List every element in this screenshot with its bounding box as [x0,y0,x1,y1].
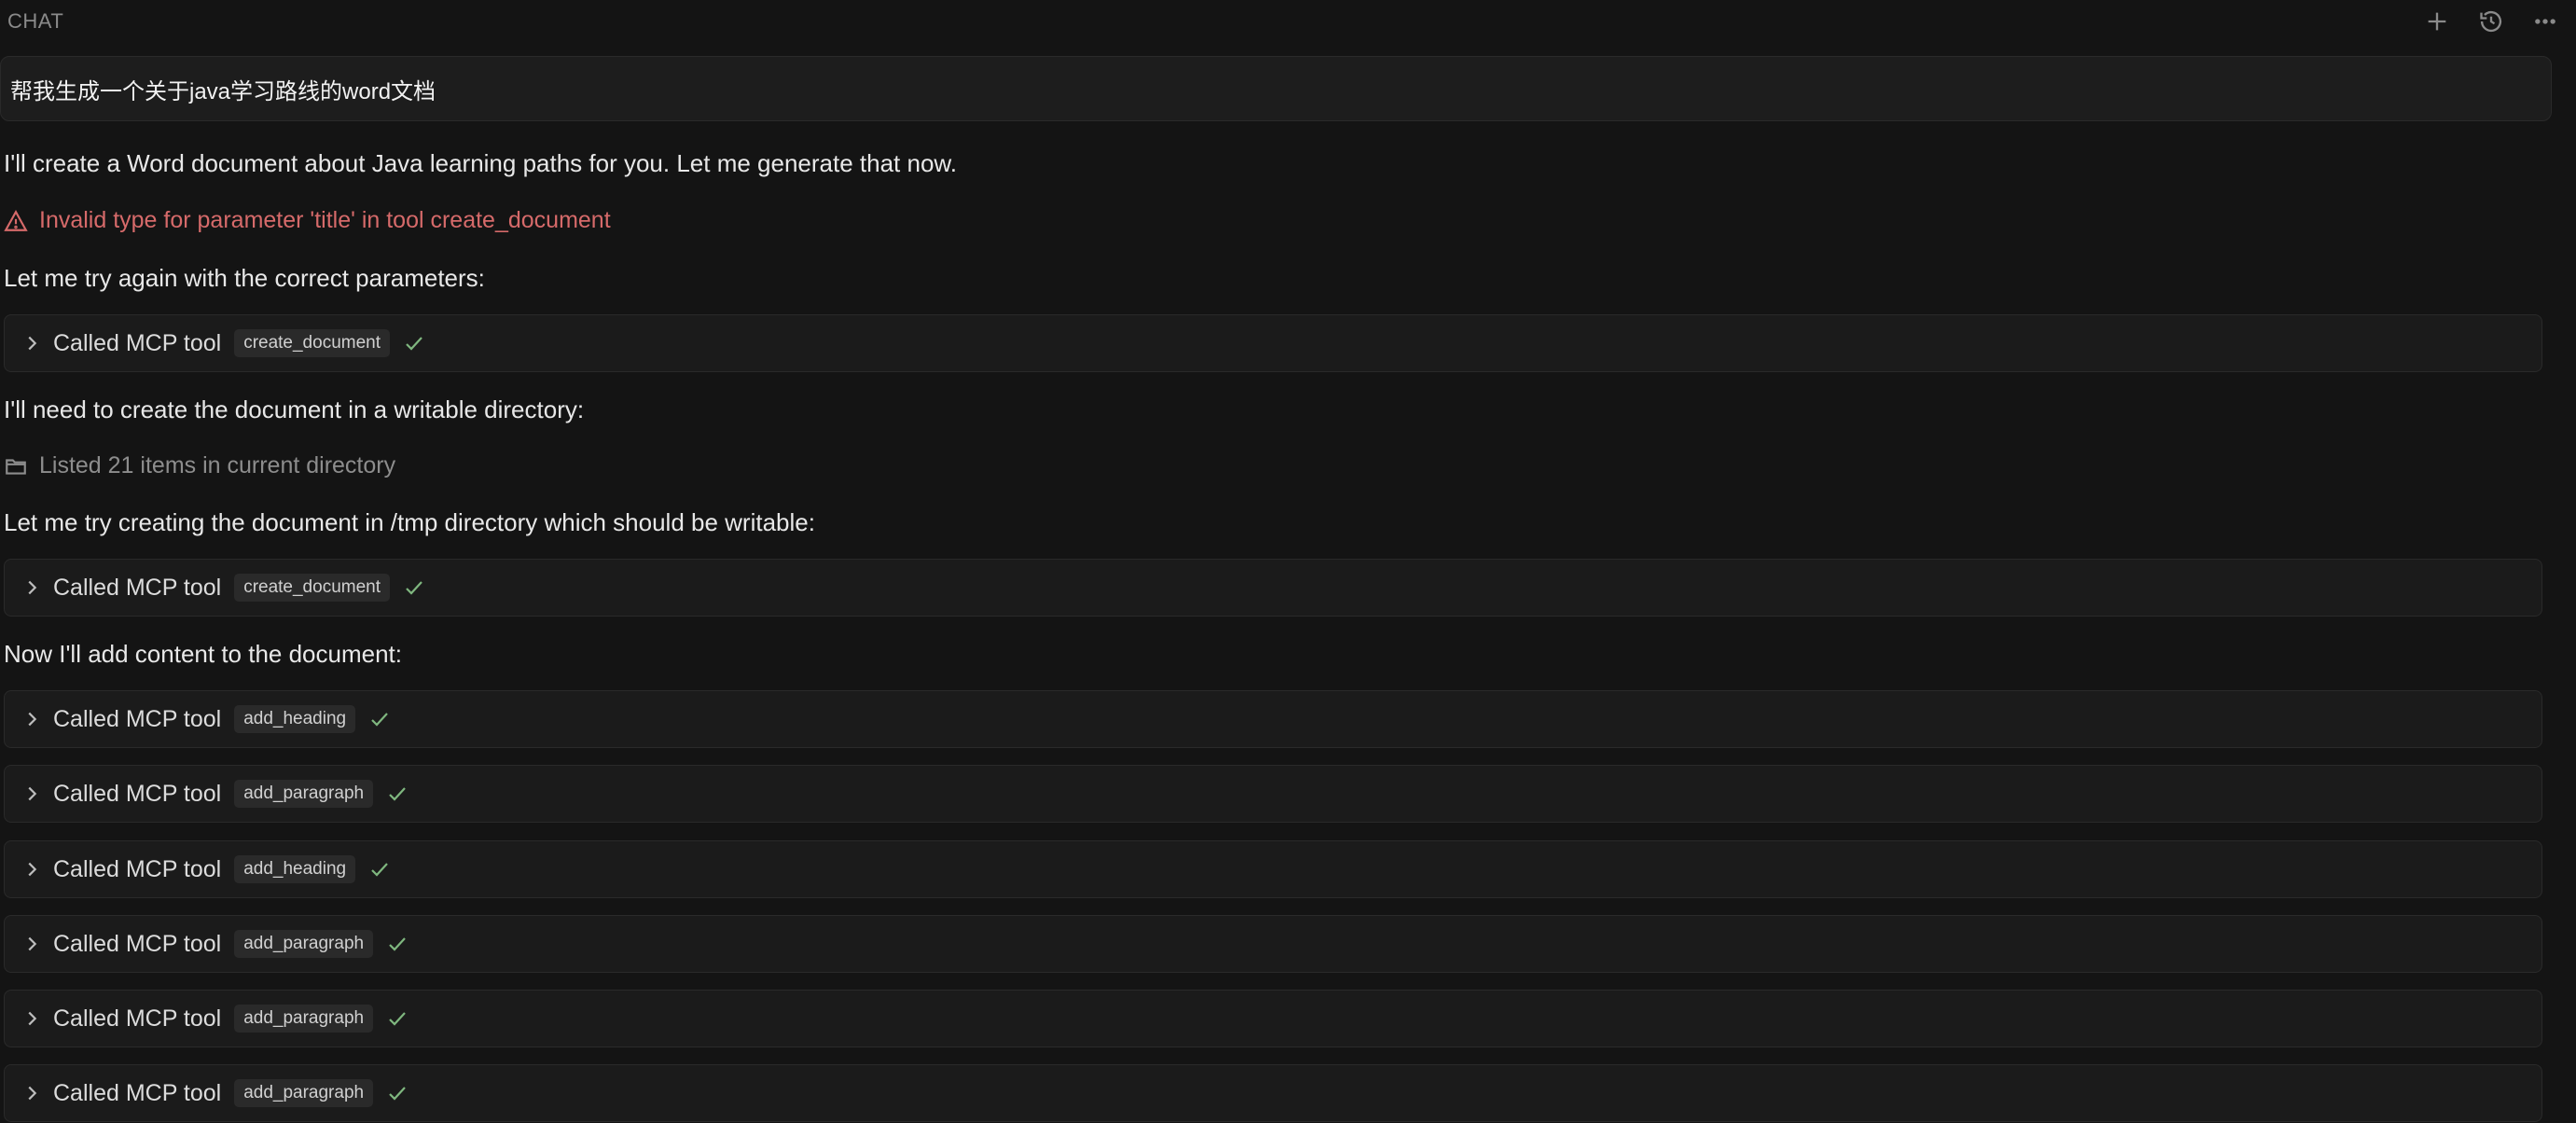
check-icon [371,863,388,877]
tool-call-row[interactable]: Called MCP tool add_paragraph [4,1064,2542,1122]
tool-call-label: Called MCP tool [53,780,222,807]
chevron-right-icon [28,1011,37,1026]
chevron-right-icon [28,1086,37,1101]
chevron-right-icon [28,712,37,727]
tool-call-label: Called MCP tool [53,705,222,732]
check-icon [389,1087,406,1101]
tool-name-badge: create_document [234,574,391,602]
chevron-right-icon [28,936,37,951]
tool-name-badge: create_document [234,329,391,357]
check-icon [389,787,406,801]
tool-call-row[interactable]: Called MCP tool add_paragraph [4,990,2542,1047]
more-icon [2535,19,2555,24]
warning-icon [4,209,28,231]
tool-call-row[interactable]: Called MCP tool create_document [4,314,2542,372]
header-actions [2423,7,2559,35]
tool-call-label: Called MCP tool [53,329,222,356]
tool-name-badge: add_heading [234,705,356,733]
tool-name-badge: add_paragraph [234,930,374,958]
tool-name-badge: add_paragraph [234,1079,374,1107]
tool-call-row[interactable]: Called MCP tool add_paragraph [4,915,2542,973]
check-icon [389,937,406,951]
chevron-right-icon [28,336,37,351]
tool-call-row[interactable]: Called MCP tool add_paragraph [4,765,2542,823]
plus-icon [2428,12,2446,31]
more-options-button[interactable] [2531,7,2559,35]
tool-name-badge: add_heading [234,855,356,883]
tool-call-label: Called MCP tool [53,574,222,601]
assistant-text-writable: I'll need to create the document in a wr… [4,395,585,423]
tool-call-row[interactable]: Called MCP tool create_document [4,559,2542,617]
error-message: Invalid type for parameter 'title' in to… [4,207,611,234]
tool-call-label: Called MCP tool [53,1079,222,1106]
tool-call-row[interactable]: Called MCP tool add_heading [4,840,2542,898]
check-icon [371,713,388,727]
check-icon [389,1012,406,1026]
check-icon [406,337,422,351]
assistant-text-intro: I'll create a Word document about Java l… [4,149,957,177]
tool-call-label: Called MCP tool [53,855,222,882]
chevron-right-icon [28,862,37,877]
tool-call-label: Called MCP tool [53,1005,222,1032]
chat-panel: CHAT 帮我生成一个关于java学习路线的word文档 I'll create… [0,0,2576,1123]
tool-name-badge: add_paragraph [234,780,374,808]
chat-header: CHAT [0,0,2576,43]
error-text: Invalid type for parameter 'title' in to… [39,207,611,233]
directory-listing[interactable]: Listed 21 items in current directory [4,452,395,479]
user-message[interactable]: 帮我生成一个关于java学习路线的word文档 [0,56,2552,121]
check-icon [406,581,422,595]
history-icon [2480,10,2502,33]
chevron-right-icon [28,580,37,595]
assistant-text-add-content: Now I'll add content to the document: [4,640,402,668]
tool-call-label: Called MCP tool [53,930,222,957]
chat-title: CHAT [7,9,64,33]
tool-name-badge: add_paragraph [234,1005,374,1033]
tool-call-row[interactable]: Called MCP tool add_heading [4,690,2542,748]
history-button[interactable] [2477,7,2505,35]
chevron-right-icon [28,786,37,801]
assistant-text-retry: Let me try again with the correct parame… [4,264,485,292]
folder-icon [6,458,26,475]
assistant-text-tmp: Let me try creating the document in /tmp… [4,508,815,536]
directory-listing-text: Listed 21 items in current directory [39,452,396,478]
new-chat-button[interactable] [2423,7,2451,35]
